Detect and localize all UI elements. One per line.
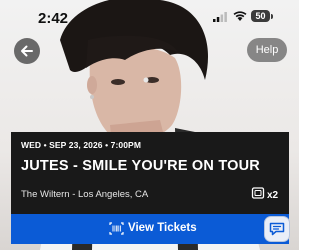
view-tickets-label: View Tickets: [128, 222, 197, 234]
battery-level: 50: [255, 11, 266, 21]
signal-icon: [213, 12, 227, 22]
view-tickets-button[interactable]: View Tickets: [11, 214, 289, 244]
event-title: JUTES - SMILE YOU'RE ON TOUR: [21, 158, 260, 174]
help-button[interactable]: Help: [247, 38, 287, 62]
ticket-icon: [251, 187, 265, 199]
event-info-card: WED • SEP 23, 2026 • 7:00PM JUTES - SMIL…: [11, 132, 289, 214]
event-venue[interactable]: The Wiltern - Los Angeles, CA: [21, 189, 148, 200]
battery-tip: [271, 14, 273, 19]
back-button[interactable]: [14, 38, 40, 64]
battery-icon: 50: [251, 10, 270, 22]
status-time: 2:42: [38, 10, 69, 27]
ticket-count: x2: [267, 190, 279, 201]
chat-icon: [269, 222, 285, 236]
event-date-time: WED • SEP 23, 2026 • 7:00PM: [21, 140, 141, 150]
status-bar: 2:42 50: [0, 0, 299, 34]
barcode-icon: [109, 222, 124, 235]
chat-button[interactable]: [264, 216, 290, 242]
wifi-icon: [233, 11, 247, 21]
arrow-left-icon: [21, 45, 33, 57]
